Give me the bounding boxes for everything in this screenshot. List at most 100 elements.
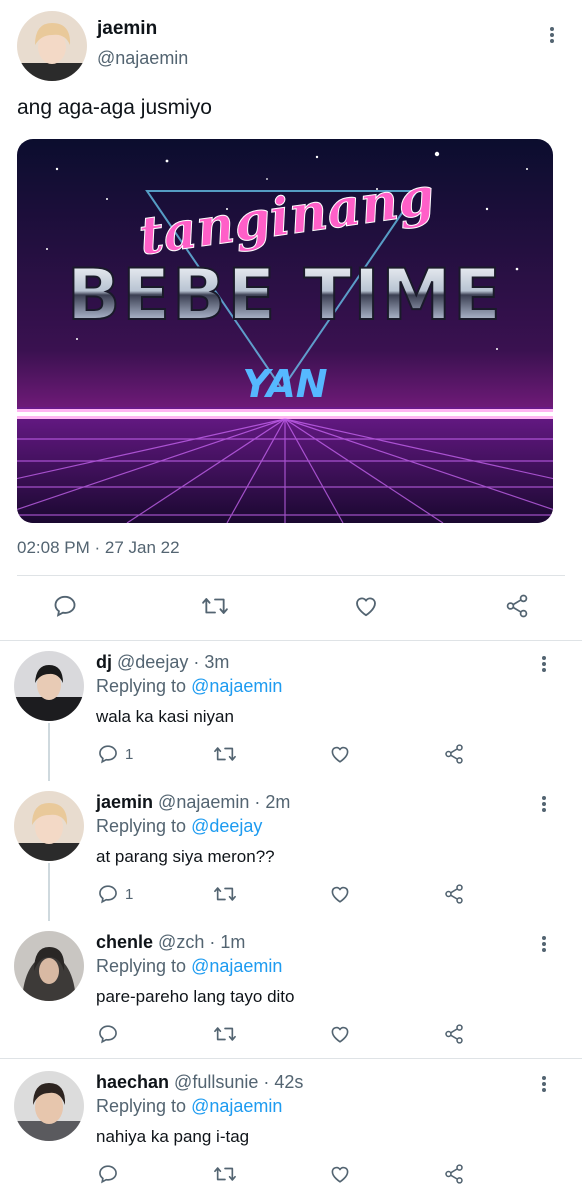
share-button[interactable] [504,593,530,619]
like-button[interactable] [352,593,380,619]
retweet-button[interactable] [212,1163,238,1185]
like-icon [331,886,349,903]
retweet-button[interactable] [212,743,238,765]
reply-tweet[interactable]: dj @deejay · 3m Replying to @najaemin wa… [0,641,582,781]
more-options-icon[interactable] [534,934,554,958]
reply-author-meta[interactable]: @zch · 1m [158,932,245,952]
reply-tweet[interactable]: haechan @fullsunie · 42s Replying to @na… [0,1061,582,1200]
divider [17,575,565,576]
retweet-icon [214,1167,236,1181]
reply-author-meta[interactable]: @fullsunie · 42s [174,1072,303,1092]
reply-actions [0,1023,582,1051]
retweet-button[interactable] [200,593,230,619]
avatar[interactable] [14,931,84,1001]
like-icon [331,1166,349,1183]
avatar-image [14,791,84,861]
share-button[interactable] [443,1163,465,1185]
like-icon [356,597,376,617]
reply-author-name[interactable]: dj [96,652,112,672]
avatar[interactable] [14,1071,84,1141]
mention-link[interactable]: @deejay [191,816,262,836]
reply-button[interactable]: 1 [97,743,133,765]
reply-author-name[interactable]: haechan [96,1072,169,1092]
reply-button[interactable] [52,593,78,619]
replying-to-label: Replying to [96,956,187,976]
reply-count: 1 [125,885,134,903]
replying-to-label: Replying to [96,676,187,696]
more-options-icon[interactable] [534,794,554,818]
share-icon [445,744,463,764]
avatar[interactable] [14,651,84,721]
replying-to: Replying to @najaemin [96,1096,282,1117]
mention-link[interactable]: @najaemin [191,1096,282,1116]
reply-actions: 1 [0,883,582,911]
share-button[interactable] [443,1023,465,1045]
reply-header: dj @deejay · 3m [96,652,229,673]
reply-author-meta[interactable]: @najaemin · 2m [158,792,290,812]
retweet-icon [214,887,236,901]
replying-to-label: Replying to [96,816,187,836]
reply-button[interactable] [97,1023,125,1045]
like-button[interactable] [328,1163,352,1185]
reply-text: at parang siya meron?? [96,847,275,866]
reply-header: chenle @zch · 1m [96,932,245,953]
main-tweet: jaemin @najaemin ang aga-aga jusmiyo tan… [0,0,582,640]
reply-icon [54,595,76,617]
author-handle[interactable]: @najaemin [97,48,188,69]
mention-link[interactable]: @najaemin [191,956,282,976]
reply-actions: 1 [0,743,582,771]
avatar[interactable] [17,11,87,81]
mention-link[interactable]: @najaemin [191,676,282,696]
more-options-icon[interactable] [534,654,554,678]
reply-text: pare-pareho lang tayo dito [96,987,295,1006]
retweet-button[interactable] [212,1023,238,1045]
like-button[interactable] [328,883,352,905]
author-name[interactable]: jaemin [97,18,157,40]
image-chrome-text: BEBE TIME [67,254,503,336]
reply-icon [99,885,117,904]
retweet-icon [202,598,228,614]
like-button[interactable] [328,1023,352,1045]
reply-button[interactable]: 1 [97,883,133,905]
reply-author-name[interactable]: chenle [96,932,153,952]
reply-text: nahiya ka pang i-tag [96,1127,250,1146]
retweet-icon [214,1027,236,1041]
like-icon [331,1026,349,1043]
reply-author-name[interactable]: jaemin [96,792,153,812]
replying-to-label: Replying to [96,1096,187,1116]
like-icon [331,746,349,763]
retweet-icon [214,747,236,761]
reply-text: wala ka kasi niyan [96,707,234,726]
reply-button[interactable] [97,1163,125,1185]
retweet-button[interactable] [212,883,238,905]
replying-to: Replying to @deejay [96,816,262,837]
share-button[interactable] [443,883,465,905]
more-options-icon[interactable] [542,25,562,49]
replying-to: Replying to @najaemin [96,676,282,697]
reply-icon [99,745,117,764]
avatar-image [14,931,84,1001]
avatar-image [14,1071,84,1141]
avatar[interactable] [14,791,84,861]
reply-header: haechan @fullsunie · 42s [96,1072,303,1093]
reply-tweet[interactable]: chenle @zch · 1m Replying to @najaemin p… [0,921,582,1061]
reply-icon [99,1165,117,1184]
avatar-image [14,651,84,721]
tweet-media[interactable]: tanginang BEBE TIME YAN [17,139,553,523]
replying-to: Replying to @najaemin [96,956,282,977]
like-button[interactable] [328,743,352,765]
reply-author-meta[interactable]: @deejay · 3m [117,652,229,672]
share-icon [445,1024,463,1044]
reply-header: jaemin @najaemin · 2m [96,792,290,813]
reply-tweet[interactable]: jaemin @najaemin · 2m Replying to @deeja… [0,781,582,921]
divider [0,1058,582,1059]
share-button[interactable] [443,743,465,765]
tweet-timestamp[interactable]: 02:08 PM · 27 Jan 22 [17,538,180,558]
share-icon [506,594,528,618]
retro-meme-image: tanginang BEBE TIME YAN [17,139,553,523]
tweet-text: ang aga-aga jusmiyo [17,96,212,119]
reply-actions [0,1163,582,1191]
more-options-icon[interactable] [534,1074,554,1098]
share-icon [445,1164,463,1184]
reply-count: 1 [125,745,134,763]
